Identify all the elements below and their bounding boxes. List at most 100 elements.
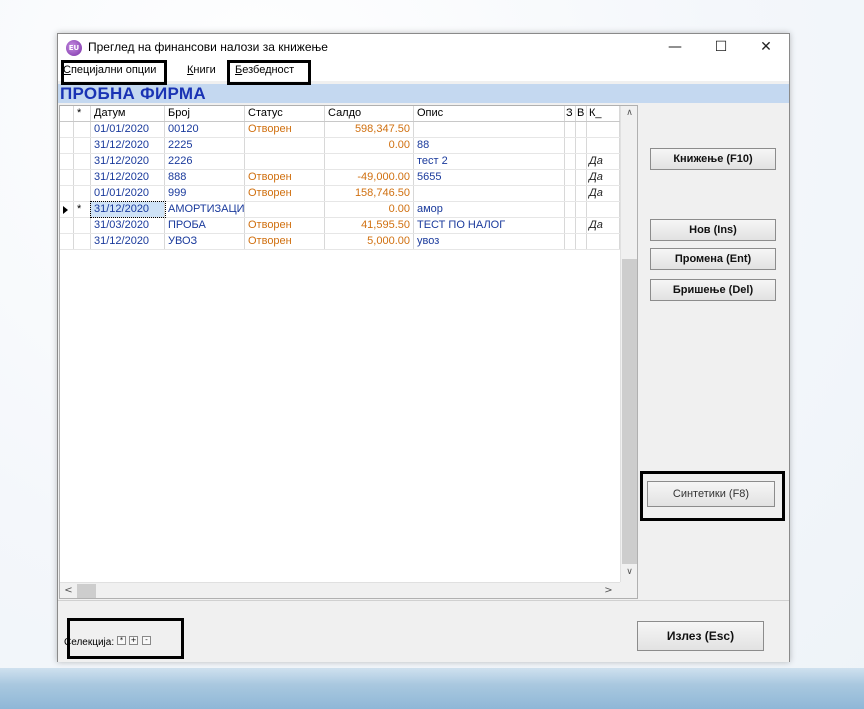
cell-num[interactable]: 999 bbox=[165, 186, 245, 201]
cell-v[interactable] bbox=[576, 202, 587, 217]
cell-status[interactable] bbox=[245, 154, 325, 169]
cell-z[interactable] bbox=[565, 138, 576, 153]
select-all-button[interactable]: * bbox=[117, 636, 126, 645]
vertical-scrollbar[interactable]: ∧ ∨ bbox=[620, 106, 637, 582]
cell-k[interactable] bbox=[587, 202, 620, 217]
cell-opis[interactable]: тест 2 bbox=[414, 154, 565, 169]
row-selector[interactable] bbox=[60, 186, 74, 201]
cell-saldo[interactable]: -49,000.00 bbox=[325, 170, 414, 185]
header-saldo[interactable]: Салдо bbox=[325, 106, 414, 121]
cell-date[interactable]: 01/01/2020 bbox=[91, 122, 165, 137]
new-button[interactable]: Нов (Ins) bbox=[650, 219, 776, 241]
header-status[interactable]: Статус bbox=[245, 106, 325, 121]
cell-k[interactable]: Да bbox=[587, 154, 620, 169]
edit-button[interactable]: Промена (Ent) bbox=[650, 248, 776, 270]
cell-v[interactable] bbox=[576, 170, 587, 185]
cell-v[interactable] bbox=[576, 218, 587, 233]
select-add-button[interactable]: + bbox=[129, 636, 138, 645]
scroll-down-icon[interactable]: ∨ bbox=[621, 565, 637, 580]
select-remove-button[interactable]: - bbox=[142, 636, 151, 645]
cell-date[interactable]: 01/01/2020 bbox=[91, 186, 165, 201]
cell-v[interactable] bbox=[576, 186, 587, 201]
vertical-scroll-thumb[interactable] bbox=[622, 259, 637, 564]
cell-date[interactable]: 31/03/2020 bbox=[91, 218, 165, 233]
cell-z[interactable] bbox=[565, 122, 576, 137]
cell-num[interactable]: ПРОБА bbox=[165, 218, 245, 233]
cell-flag[interactable] bbox=[74, 170, 91, 185]
cell-k[interactable] bbox=[587, 138, 620, 153]
cell-v[interactable] bbox=[576, 154, 587, 169]
table-row[interactable]: 31/12/2020 2225 0.00 88 bbox=[60, 138, 620, 154]
cell-date[interactable]: 31/12/2020 bbox=[91, 170, 165, 185]
cell-num[interactable]: 2225 bbox=[165, 138, 245, 153]
cell-opis[interactable]: амор bbox=[414, 202, 565, 217]
table-row[interactable]: 01/01/2020 999 Отворен 158,746.50 Да bbox=[60, 186, 620, 202]
cell-status[interactable] bbox=[245, 138, 325, 153]
table-row[interactable]: 31/03/2020 ПРОБА Отворен 41,595.50 ТЕСТ ПО Н… bbox=[60, 218, 620, 234]
cell-opis[interactable] bbox=[414, 186, 565, 201]
menu-special-options[interactable]: Специјални опции bbox=[63, 64, 156, 76]
post-button[interactable]: Книжење (F10) bbox=[650, 148, 776, 170]
close-button[interactable]: ✕ bbox=[743, 34, 789, 61]
table-row[interactable]: 31/12/2020 888 Отворен -49,000.00 5655 Да bbox=[60, 170, 620, 186]
cell-k[interactable]: Да bbox=[587, 218, 620, 233]
cell-flag[interactable] bbox=[74, 154, 91, 169]
maximize-button[interactable]: ☐ bbox=[698, 34, 744, 61]
cell-z[interactable] bbox=[565, 234, 576, 249]
header-k[interactable]: К_ bbox=[587, 106, 620, 121]
cell-opis[interactable]: увоз bbox=[414, 234, 565, 249]
row-selector[interactable] bbox=[60, 234, 74, 249]
menu-security[interactable]: Безбедност bbox=[235, 64, 294, 76]
records-grid[interactable]: * Датум Број Статус Салдо Опис З В К_ 01… bbox=[59, 105, 638, 599]
cell-status[interactable]: Отворен bbox=[245, 122, 325, 137]
cell-z[interactable] bbox=[565, 202, 576, 217]
cell-z[interactable] bbox=[565, 154, 576, 169]
horizontal-scrollbar[interactable]: < > bbox=[60, 582, 620, 598]
cell-num[interactable]: УВОЗ bbox=[165, 234, 245, 249]
scroll-left-icon[interactable]: < bbox=[60, 583, 77, 598]
table-row[interactable]: 31/12/2020 УВОЗ Отворен 5,000.00 увоз bbox=[60, 234, 620, 250]
row-selector[interactable] bbox=[60, 170, 74, 185]
cell-date[interactable]: 31/12/2020 bbox=[91, 154, 165, 169]
cell-z[interactable] bbox=[565, 170, 576, 185]
cell-date[interactable]: 31/12/2020 bbox=[90, 201, 166, 218]
cell-status[interactable]: Отворен bbox=[245, 218, 325, 233]
delete-button[interactable]: Бришење (Del) bbox=[650, 279, 776, 301]
row-selector[interactable] bbox=[60, 154, 74, 169]
cell-opis[interactable]: 88 bbox=[414, 138, 565, 153]
cell-flag[interactable] bbox=[74, 122, 91, 137]
header-flag[interactable]: * bbox=[74, 106, 91, 121]
row-selector[interactable] bbox=[60, 122, 74, 137]
cell-opis[interactable]: ТЕСТ ПО НАЛОГ bbox=[414, 218, 565, 233]
cell-flag[interactable] bbox=[74, 186, 91, 201]
table-row[interactable]: 01/01/2020 00120 Отворен 598,347.50 bbox=[60, 122, 620, 138]
cell-num[interactable]: 888 bbox=[165, 170, 245, 185]
cell-z[interactable] bbox=[565, 218, 576, 233]
cell-saldo[interactable]: 158,746.50 bbox=[325, 186, 414, 201]
header-number[interactable]: Број bbox=[165, 106, 245, 121]
menu-books[interactable]: Книги bbox=[187, 64, 216, 76]
cell-k[interactable] bbox=[587, 122, 620, 137]
cell-num[interactable]: АМОРТИЗАЦИ bbox=[165, 202, 245, 217]
minimize-button[interactable]: — bbox=[652, 34, 698, 61]
header-v[interactable]: В bbox=[576, 106, 587, 121]
table-row[interactable]: 31/12/2020 2226 тест 2 Да bbox=[60, 154, 620, 170]
header-date[interactable]: Датум bbox=[91, 106, 165, 121]
cell-saldo[interactable]: 5,000.00 bbox=[325, 234, 414, 249]
cell-v[interactable] bbox=[576, 138, 587, 153]
cell-k[interactable]: Да bbox=[587, 186, 620, 201]
cell-k[interactable]: Да bbox=[587, 170, 620, 185]
cell-flag[interactable]: * bbox=[74, 202, 91, 217]
cell-v[interactable] bbox=[576, 122, 587, 137]
cell-z[interactable] bbox=[565, 186, 576, 201]
cell-num[interactable]: 2226 bbox=[165, 154, 245, 169]
cell-saldo[interactable]: 41,595.50 bbox=[325, 218, 414, 233]
cell-opis[interactable] bbox=[414, 122, 565, 137]
row-selector[interactable] bbox=[60, 138, 74, 153]
cell-v[interactable] bbox=[576, 234, 587, 249]
horizontal-scroll-thumb[interactable] bbox=[77, 584, 96, 598]
cell-k[interactable] bbox=[587, 234, 620, 249]
cell-status[interactable]: Отворен bbox=[245, 186, 325, 201]
row-selector[interactable] bbox=[60, 202, 74, 217]
cell-opis[interactable]: 5655 bbox=[414, 170, 565, 185]
